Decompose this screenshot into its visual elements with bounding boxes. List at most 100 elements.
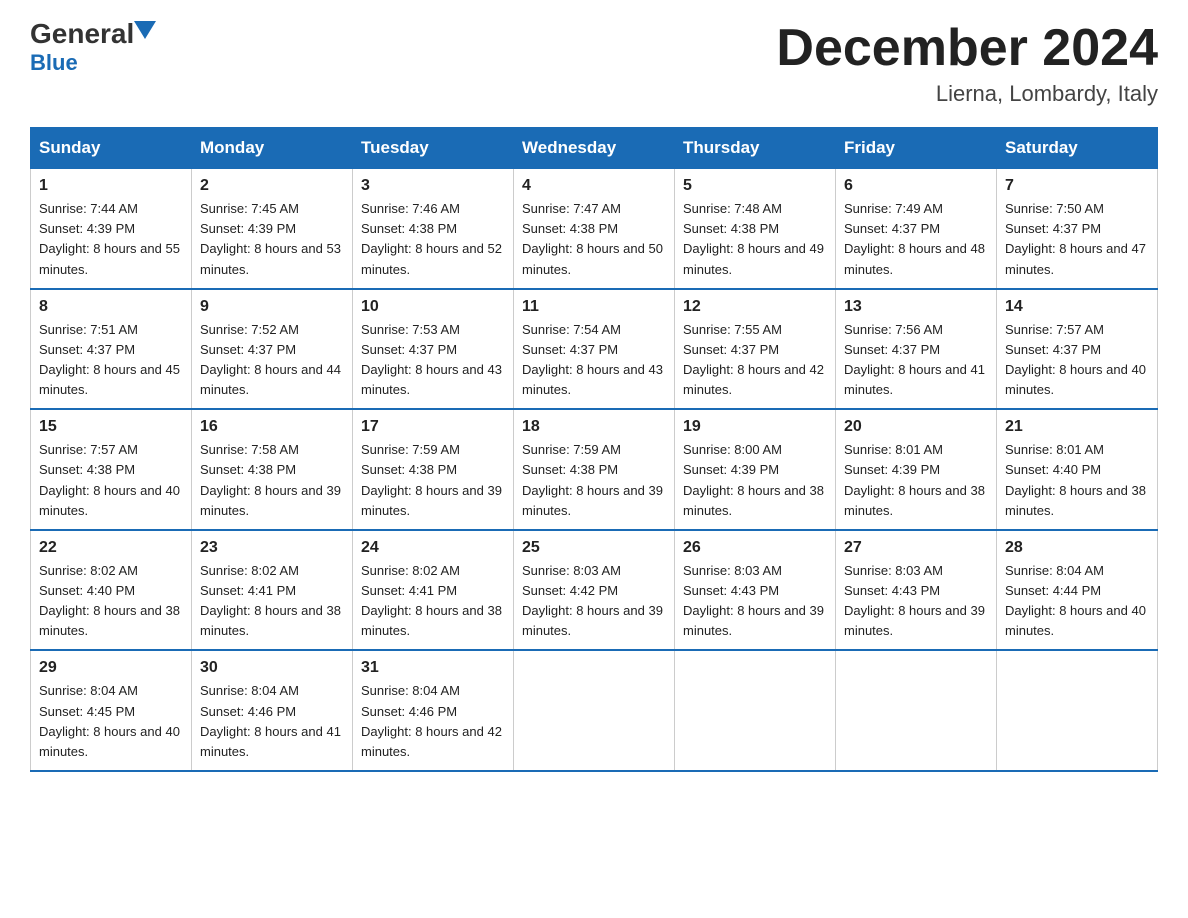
calendar-cell: 16 Sunrise: 7:58 AMSunset: 4:38 PMDaylig…: [192, 409, 353, 530]
day-info: Sunrise: 7:57 AMSunset: 4:38 PMDaylight:…: [39, 440, 183, 521]
day-header-tuesday: Tuesday: [353, 128, 514, 169]
day-info: Sunrise: 7:49 AMSunset: 4:37 PMDaylight:…: [844, 199, 988, 280]
day-info: Sunrise: 8:03 AMSunset: 4:43 PMDaylight:…: [844, 561, 988, 642]
day-info: Sunrise: 8:02 AMSunset: 4:41 PMDaylight:…: [361, 561, 505, 642]
day-info: Sunrise: 8:02 AMSunset: 4:41 PMDaylight:…: [200, 561, 344, 642]
day-info: Sunrise: 8:04 AMSunset: 4:44 PMDaylight:…: [1005, 561, 1149, 642]
day-number: 9: [200, 298, 344, 316]
day-info: Sunrise: 7:55 AMSunset: 4:37 PMDaylight:…: [683, 320, 827, 401]
location: Lierna, Lombardy, Italy: [776, 81, 1158, 107]
calendar-cell: 20 Sunrise: 8:01 AMSunset: 4:39 PMDaylig…: [836, 409, 997, 530]
day-number: 19: [683, 418, 827, 436]
day-header-friday: Friday: [836, 128, 997, 169]
day-number: 26: [683, 539, 827, 557]
day-header-thursday: Thursday: [675, 128, 836, 169]
day-number: 27: [844, 539, 988, 557]
day-info: Sunrise: 7:58 AMSunset: 4:38 PMDaylight:…: [200, 440, 344, 521]
day-info: Sunrise: 8:00 AMSunset: 4:39 PMDaylight:…: [683, 440, 827, 521]
day-number: 30: [200, 659, 344, 677]
calendar-cell: 13 Sunrise: 7:56 AMSunset: 4:37 PMDaylig…: [836, 289, 997, 410]
day-info: Sunrise: 7:57 AMSunset: 4:37 PMDaylight:…: [1005, 320, 1149, 401]
calendar-cell: 11 Sunrise: 7:54 AMSunset: 4:37 PMDaylig…: [514, 289, 675, 410]
day-info: Sunrise: 8:04 AMSunset: 4:46 PMDaylight:…: [200, 681, 344, 762]
day-info: Sunrise: 8:04 AMSunset: 4:45 PMDaylight:…: [39, 681, 183, 762]
day-number: 22: [39, 539, 183, 557]
calendar-week-row: 8 Sunrise: 7:51 AMSunset: 4:37 PMDayligh…: [31, 289, 1158, 410]
day-number: 8: [39, 298, 183, 316]
day-number: 1: [39, 177, 183, 195]
day-number: 12: [683, 298, 827, 316]
logo-general: General: [30, 20, 134, 48]
day-number: 7: [1005, 177, 1149, 195]
logo-blue: Blue: [30, 50, 78, 76]
day-info: Sunrise: 8:03 AMSunset: 4:42 PMDaylight:…: [522, 561, 666, 642]
day-number: 14: [1005, 298, 1149, 316]
day-number: 29: [39, 659, 183, 677]
calendar-cell: 8 Sunrise: 7:51 AMSunset: 4:37 PMDayligh…: [31, 289, 192, 410]
title-block: December 2024 Lierna, Lombardy, Italy: [776, 20, 1158, 107]
calendar-week-row: 1 Sunrise: 7:44 AMSunset: 4:39 PMDayligh…: [31, 169, 1158, 289]
calendar-cell: 15 Sunrise: 7:57 AMSunset: 4:38 PMDaylig…: [31, 409, 192, 530]
day-header-monday: Monday: [192, 128, 353, 169]
calendar-cell: 30 Sunrise: 8:04 AMSunset: 4:46 PMDaylig…: [192, 650, 353, 771]
month-title: December 2024: [776, 20, 1158, 77]
day-number: 2: [200, 177, 344, 195]
day-number: 6: [844, 177, 988, 195]
day-number: 3: [361, 177, 505, 195]
calendar-cell: 18 Sunrise: 7:59 AMSunset: 4:38 PMDaylig…: [514, 409, 675, 530]
calendar-cell: 7 Sunrise: 7:50 AMSunset: 4:37 PMDayligh…: [997, 169, 1158, 289]
logo-triangle-icon: [134, 21, 156, 39]
calendar-cell: 3 Sunrise: 7:46 AMSunset: 4:38 PMDayligh…: [353, 169, 514, 289]
day-info: Sunrise: 7:53 AMSunset: 4:37 PMDaylight:…: [361, 320, 505, 401]
calendar-cell: 1 Sunrise: 7:44 AMSunset: 4:39 PMDayligh…: [31, 169, 192, 289]
day-number: 16: [200, 418, 344, 436]
calendar-cell: 14 Sunrise: 7:57 AMSunset: 4:37 PMDaylig…: [997, 289, 1158, 410]
calendar-cell: 27 Sunrise: 8:03 AMSunset: 4:43 PMDaylig…: [836, 530, 997, 651]
calendar-cell: 5 Sunrise: 7:48 AMSunset: 4:38 PMDayligh…: [675, 169, 836, 289]
day-info: Sunrise: 8:01 AMSunset: 4:40 PMDaylight:…: [1005, 440, 1149, 521]
day-info: Sunrise: 7:56 AMSunset: 4:37 PMDaylight:…: [844, 320, 988, 401]
calendar-week-row: 22 Sunrise: 8:02 AMSunset: 4:40 PMDaylig…: [31, 530, 1158, 651]
day-number: 23: [200, 539, 344, 557]
day-number: 11: [522, 298, 666, 316]
day-info: Sunrise: 8:02 AMSunset: 4:40 PMDaylight:…: [39, 561, 183, 642]
day-number: 28: [1005, 539, 1149, 557]
calendar-cell: [675, 650, 836, 771]
day-info: Sunrise: 7:50 AMSunset: 4:37 PMDaylight:…: [1005, 199, 1149, 280]
day-number: 15: [39, 418, 183, 436]
day-number: 21: [1005, 418, 1149, 436]
calendar-cell: [836, 650, 997, 771]
calendar-cell: 26 Sunrise: 8:03 AMSunset: 4:43 PMDaylig…: [675, 530, 836, 651]
day-header-saturday: Saturday: [997, 128, 1158, 169]
day-info: Sunrise: 7:48 AMSunset: 4:38 PMDaylight:…: [683, 199, 827, 280]
day-info: Sunrise: 7:52 AMSunset: 4:37 PMDaylight:…: [200, 320, 344, 401]
calendar-cell: 22 Sunrise: 8:02 AMSunset: 4:40 PMDaylig…: [31, 530, 192, 651]
calendar-cell: [514, 650, 675, 771]
calendar-cell: 12 Sunrise: 7:55 AMSunset: 4:37 PMDaylig…: [675, 289, 836, 410]
day-number: 17: [361, 418, 505, 436]
calendar-cell: [997, 650, 1158, 771]
day-info: Sunrise: 7:59 AMSunset: 4:38 PMDaylight:…: [361, 440, 505, 521]
calendar-cell: 24 Sunrise: 8:02 AMSunset: 4:41 PMDaylig…: [353, 530, 514, 651]
day-number: 18: [522, 418, 666, 436]
day-header-wednesday: Wednesday: [514, 128, 675, 169]
calendar-cell: 29 Sunrise: 8:04 AMSunset: 4:45 PMDaylig…: [31, 650, 192, 771]
calendar-table: SundayMondayTuesdayWednesdayThursdayFrid…: [30, 127, 1158, 772]
day-info: Sunrise: 7:51 AMSunset: 4:37 PMDaylight:…: [39, 320, 183, 401]
day-info: Sunrise: 8:01 AMSunset: 4:39 PMDaylight:…: [844, 440, 988, 521]
day-info: Sunrise: 7:44 AMSunset: 4:39 PMDaylight:…: [39, 199, 183, 280]
calendar-cell: 17 Sunrise: 7:59 AMSunset: 4:38 PMDaylig…: [353, 409, 514, 530]
calendar-header-row: SundayMondayTuesdayWednesdayThursdayFrid…: [31, 128, 1158, 169]
calendar-cell: 25 Sunrise: 8:03 AMSunset: 4:42 PMDaylig…: [514, 530, 675, 651]
day-number: 31: [361, 659, 505, 677]
day-info: Sunrise: 7:59 AMSunset: 4:38 PMDaylight:…: [522, 440, 666, 521]
day-header-sunday: Sunday: [31, 128, 192, 169]
calendar-cell: 23 Sunrise: 8:02 AMSunset: 4:41 PMDaylig…: [192, 530, 353, 651]
logo: General Blue: [30, 20, 156, 76]
day-number: 13: [844, 298, 988, 316]
day-number: 10: [361, 298, 505, 316]
calendar-cell: 10 Sunrise: 7:53 AMSunset: 4:37 PMDaylig…: [353, 289, 514, 410]
calendar-week-row: 29 Sunrise: 8:04 AMSunset: 4:45 PMDaylig…: [31, 650, 1158, 771]
day-number: 24: [361, 539, 505, 557]
calendar-week-row: 15 Sunrise: 7:57 AMSunset: 4:38 PMDaylig…: [31, 409, 1158, 530]
